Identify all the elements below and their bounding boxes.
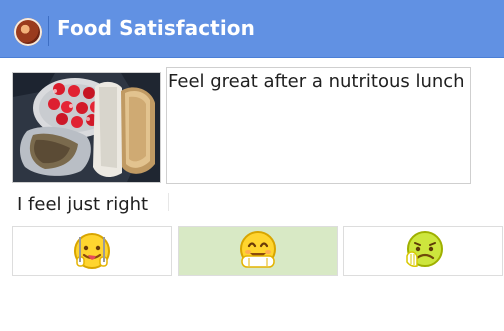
feeling-label: I feel just right (17, 194, 149, 215)
rating-button-satisfied[interactable] (178, 226, 338, 276)
sick-icon (406, 231, 443, 267)
eating-happy-icon (74, 233, 110, 269)
rating-button-eating-happy[interactable] (12, 226, 172, 276)
satisfied-icon (240, 231, 276, 268)
feeling-divider (168, 193, 169, 211)
app-food-icon (14, 18, 42, 46)
header-divider (48, 16, 49, 46)
app-header: Food Satisfaction (0, 0, 504, 57)
lunch-photo[interactable] (12, 72, 161, 183)
comment-text[interactable]: Feel great after a nutritous lunch (168, 71, 465, 92)
rating-button-sick[interactable] (343, 226, 503, 276)
app-title: Food Satisfaction (57, 16, 255, 40)
